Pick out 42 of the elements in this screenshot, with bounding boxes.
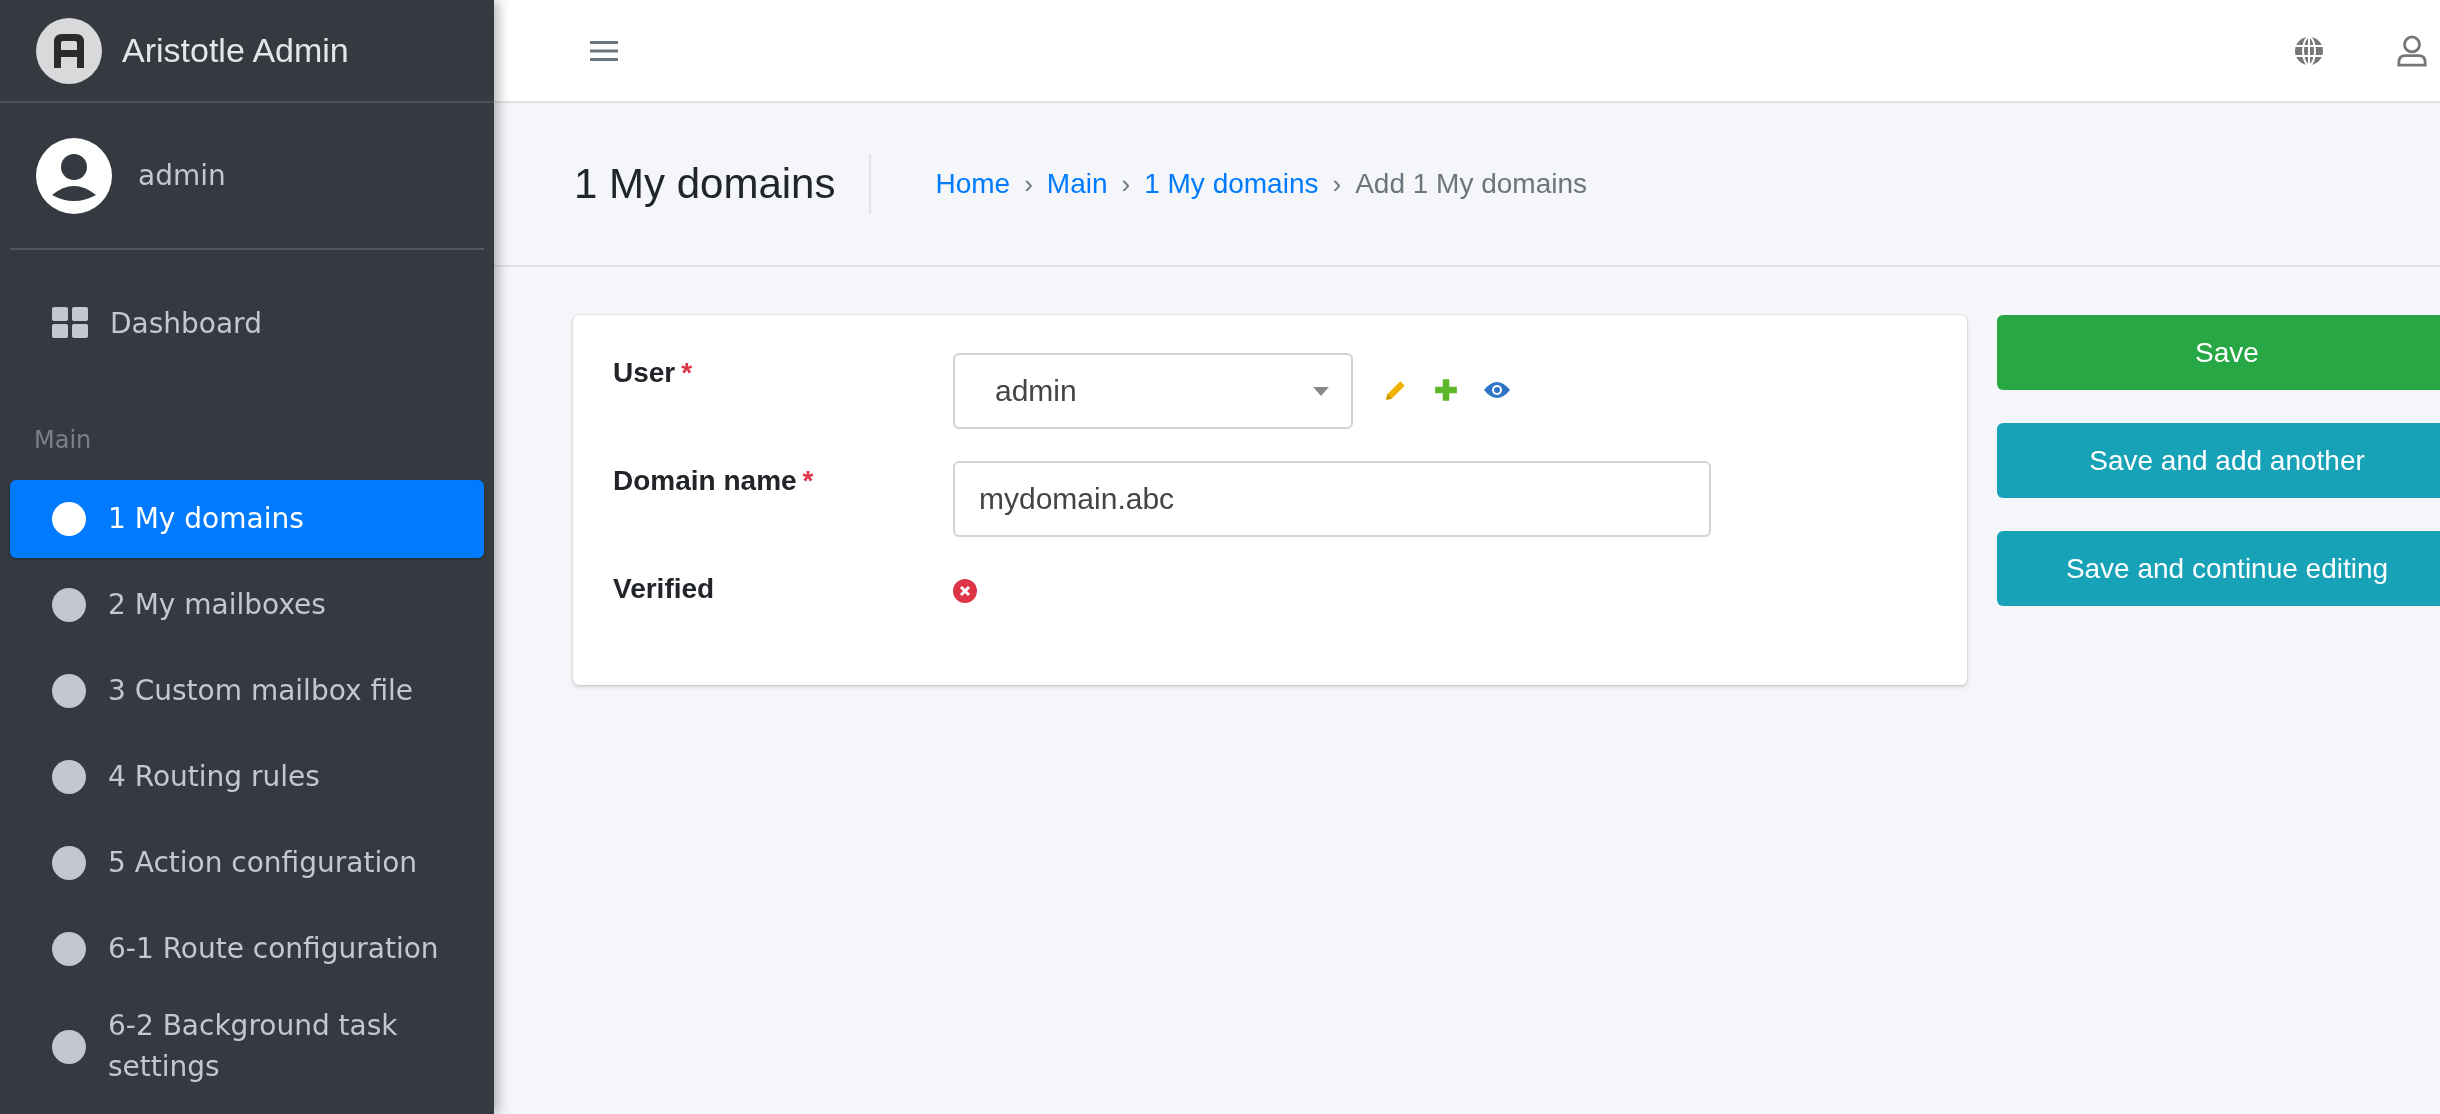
field-label: Verified: [613, 573, 715, 605]
breadcrumb-link[interactable]: 1 My domains: [1144, 168, 1319, 200]
sidebar-item[interactable]: 2 My mailboxes: [10, 566, 484, 644]
logo-icon: [36, 17, 102, 84]
eye-icon[interactable]: [1483, 380, 1511, 400]
breadcrumb-separator: ›: [1332, 168, 1342, 200]
user-avatar-icon: [36, 137, 112, 214]
circle-icon: [52, 846, 86, 880]
circle-icon: [52, 760, 86, 794]
sidebar-item[interactable]: 1 My domains: [10, 480, 484, 558]
user-icon[interactable]: [2397, 34, 2427, 67]
caret-icon: [1313, 386, 1329, 396]
breadcrumb-current: Add 1 My domains: [1355, 168, 1588, 200]
breadcrumb-separator: ›: [1024, 168, 1033, 200]
circle-icon: [52, 674, 86, 708]
plus-icon[interactable]: [1433, 377, 1459, 403]
circle-icon: [52, 502, 86, 536]
required-mark: *: [681, 357, 693, 389]
sidebar-item[interactable]: 6-2 Background task settings: [10, 996, 484, 1088]
section-label: Main: [33, 425, 93, 456]
menu-icon[interactable]: [590, 38, 618, 63]
globe-icon[interactable]: [2293, 34, 2325, 67]
circle-icon: [52, 1029, 86, 1064]
field-label: Domain name: [613, 465, 797, 497]
field-label: User: [613, 357, 676, 389]
domain-name-field[interactable]: mydomain.abc: [953, 461, 1711, 537]
circle-icon: [52, 588, 86, 622]
sidebar-item[interactable]: 3 Custom mailbox file: [10, 652, 484, 730]
breadcrumb-separator: ›: [1121, 168, 1131, 200]
user-select[interactable]: admin: [953, 353, 1353, 429]
circle-icon: [52, 932, 86, 966]
sidebar-item[interactable]: 6-1 Route configuration: [10, 910, 484, 988]
required-mark: *: [802, 465, 814, 497]
page-title: 1 My domains: [574, 154, 872, 214]
brand-title[interactable]: Aristotle Admin: [122, 31, 349, 70]
sidebar-item[interactable]: 4 Routing rules: [10, 738, 484, 816]
breadcrumb-link[interactable]: Home: [935, 168, 1011, 200]
breadcrumb-link[interactable]: Main: [1046, 168, 1108, 200]
dashboard-icon: [52, 307, 88, 339]
sidebar-item[interactable]: 5 Action configuration: [10, 824, 484, 902]
user-name[interactable]: admin: [138, 159, 226, 192]
dashboard-link[interactable]: Dashboard: [10, 284, 484, 362]
